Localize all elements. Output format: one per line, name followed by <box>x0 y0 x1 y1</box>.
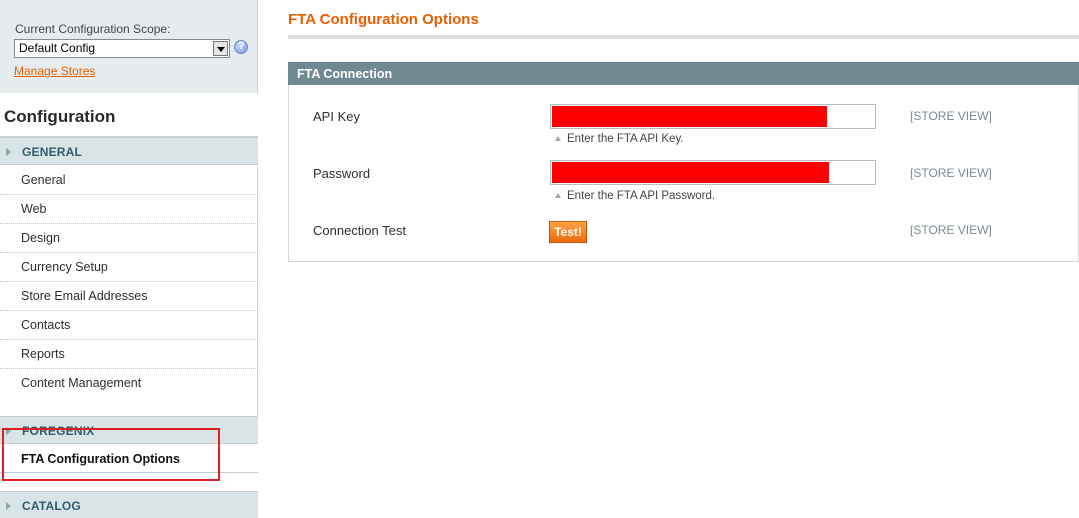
main-content: FTA Configuration Options FTA Connection… <box>288 0 1079 518</box>
config-title: Configuration <box>4 107 116 126</box>
sidebar-item-contacts[interactable]: Contacts <box>0 311 258 340</box>
api-key-scope: [STORE VIEW] <box>910 109 992 123</box>
password-input[interactable] <box>550 160 876 185</box>
title-divider <box>288 35 1079 39</box>
sidebar-item-content-management[interactable]: Content Management <box>0 369 258 398</box>
sidebar-item-label: Store Email Addresses <box>21 289 148 303</box>
triangle-right-icon <box>6 502 11 510</box>
api-key-hint: Enter the FTA API Key. <box>555 133 684 145</box>
sidebar-item-label: Currency Setup <box>21 260 108 274</box>
hint-triangle-icon <box>555 193 561 198</box>
api-key-input[interactable] <box>550 104 876 129</box>
sidebar-item-label: General <box>21 173 66 187</box>
redaction-block <box>552 162 829 183</box>
page-title: FTA Configuration Options <box>288 11 479 28</box>
sidebar-item-label: Reports <box>21 347 65 361</box>
chevron-down-icon[interactable] <box>213 41 228 56</box>
sidebar-item-label: Design <box>21 231 60 245</box>
password-scope: [STORE VIEW] <box>910 166 992 180</box>
connection-test-label: Connection Test <box>313 223 406 238</box>
highlight-box <box>2 428 220 481</box>
sidebar: Current Configuration Scope: Default Con… <box>0 0 258 518</box>
sidebar-item-store-email-addresses[interactable]: Store Email Addresses <box>0 282 258 311</box>
sidebar-item-label: Web <box>21 202 47 216</box>
config-header: Configuration <box>0 93 258 137</box>
sidebar-item-currency-setup[interactable]: Currency Setup <box>0 253 258 282</box>
scope-select-value: Default Config <box>19 41 96 55</box>
sidebar-item-label: Contacts <box>21 318 71 332</box>
section-label: GENERAL <box>22 145 83 159</box>
scope-select[interactable]: Default Config <box>14 39 230 58</box>
fieldset-title: FTA Connection <box>297 67 393 81</box>
help-icon[interactable] <box>234 40 248 54</box>
general-list: General Web Design Currency Setup Store … <box>0 166 258 416</box>
scope-label: Current Configuration Scope: <box>15 22 171 36</box>
section-label: CATALOG <box>22 499 81 513</box>
api-key-label: API Key <box>313 109 360 124</box>
sidebar-item-web[interactable]: Web <box>0 195 258 224</box>
scope-switcher: Current Configuration Scope: Default Con… <box>0 0 258 93</box>
sidebar-item-general[interactable]: General <box>0 166 258 195</box>
redaction-block <box>552 106 827 127</box>
fieldset-fta-connection: FTA Connection API Key Enter the FTA API… <box>288 62 1079 262</box>
sidebar-item-design[interactable]: Design <box>0 224 258 253</box>
triangle-right-icon <box>6 148 11 156</box>
manage-stores-link[interactable]: Manage Stores <box>14 64 95 78</box>
fieldset-header[interactable]: FTA Connection <box>288 62 1079 85</box>
sidebar-item-reports[interactable]: Reports <box>0 340 258 369</box>
sidebar-item-label: Content Management <box>21 376 142 390</box>
password-hint: Enter the FTA API Password. <box>555 190 715 202</box>
test-button[interactable]: Test! <box>549 221 587 243</box>
section-general[interactable]: GENERAL <box>0 137 258 165</box>
hint-triangle-icon <box>555 136 561 141</box>
password-label: Password <box>313 166 371 181</box>
section-catalog[interactable]: CATALOG <box>0 491 258 518</box>
connection-test-scope: [STORE VIEW] <box>910 223 992 237</box>
api-key-hint-text: Enter the FTA API Key. <box>567 133 684 145</box>
password-hint-text: Enter the FTA API Password. <box>567 190 716 202</box>
